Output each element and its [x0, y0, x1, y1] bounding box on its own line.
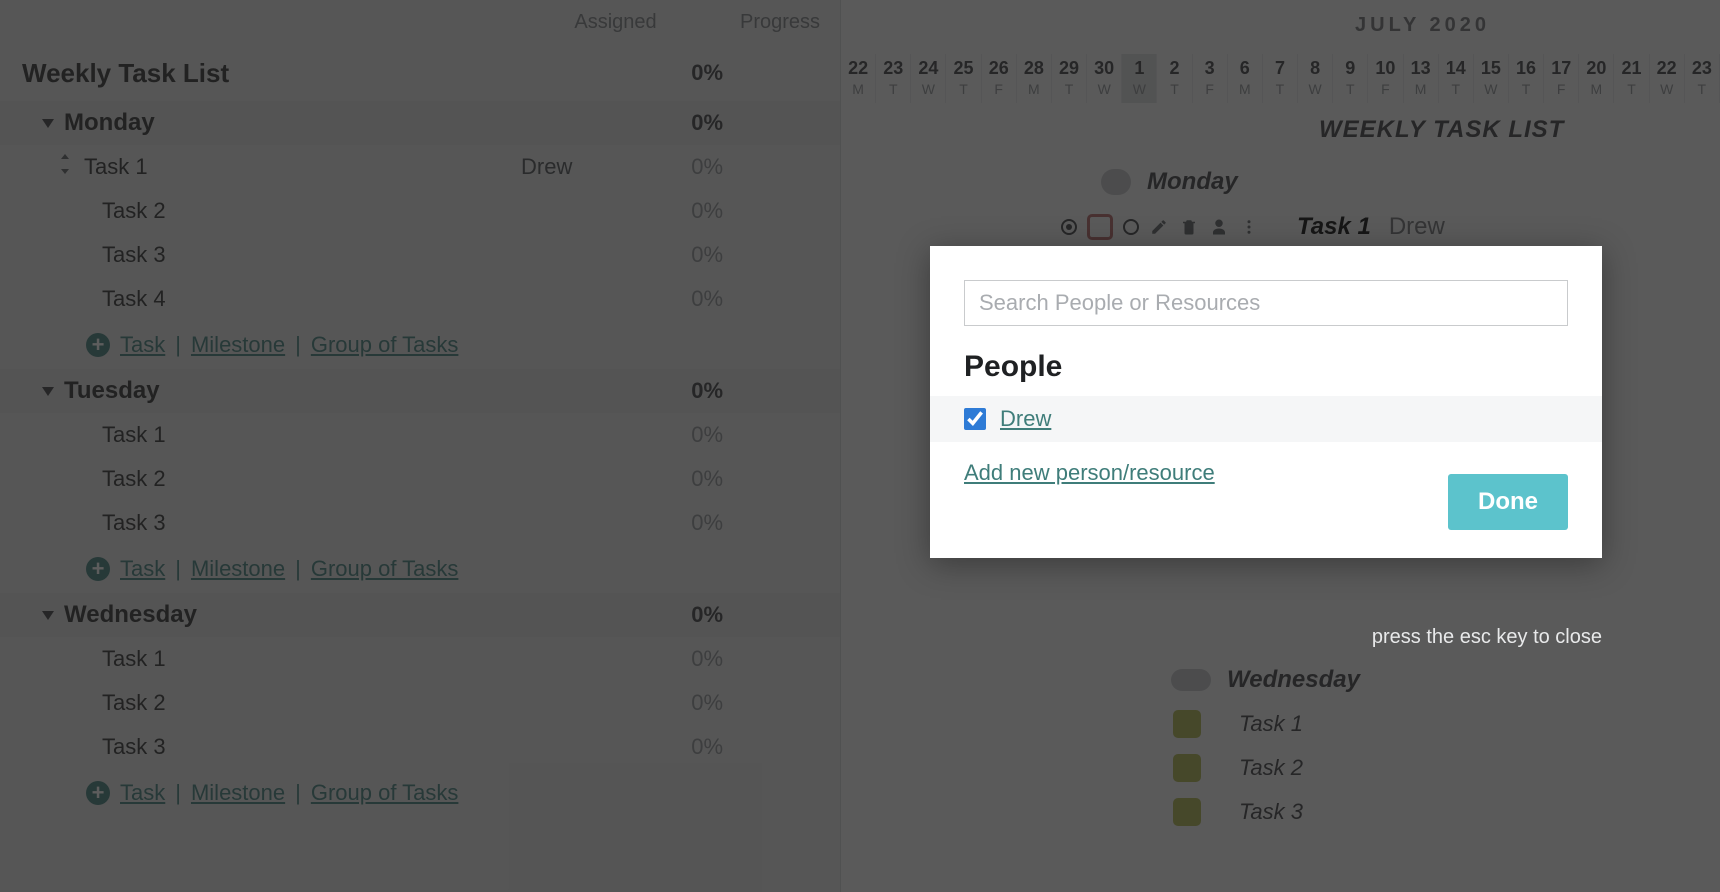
person-name-link[interactable]: Drew	[1000, 406, 1051, 432]
person-row[interactable]: Drew	[930, 396, 1602, 442]
esc-hint: press the esc key to close	[930, 626, 1602, 649]
add-person-link[interactable]: Add new person/resource	[964, 460, 1215, 486]
person-checkbox[interactable]	[964, 408, 986, 430]
done-button[interactable]: Done	[1448, 474, 1568, 530]
assign-people-modal: People Drew Add new person/resource Done	[930, 246, 1602, 558]
search-input[interactable]	[964, 280, 1568, 326]
people-heading: People	[964, 350, 1568, 384]
